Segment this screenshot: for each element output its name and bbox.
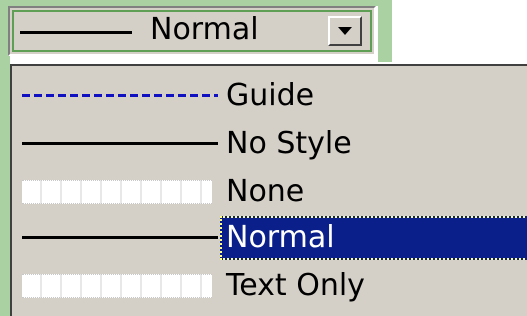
list-item-none[interactable]: None <box>12 170 527 214</box>
list-item-label: Guide <box>226 78 315 113</box>
dotted-grid-swatch <box>22 180 212 204</box>
window-edge-right <box>378 0 392 62</box>
style-combo-box[interactable]: Normal <box>8 6 376 56</box>
list-item-label: No Style <box>226 126 352 161</box>
list-item-label: Text Only <box>226 268 365 303</box>
combo-selected-value: Normal <box>150 12 259 47</box>
list-item-no-style[interactable]: No Style <box>12 122 527 166</box>
chevron-down-icon <box>338 27 352 35</box>
list-item-text-only[interactable]: Text Only <box>12 264 527 308</box>
dropdown-button[interactable] <box>328 16 362 46</box>
list-item-normal[interactable]: Normal <box>12 216 527 260</box>
solid-line-swatch <box>22 236 218 239</box>
list-item-label: Normal <box>226 220 335 255</box>
dashed-line-swatch <box>22 94 218 97</box>
list-item-guide[interactable]: Guide <box>12 74 527 118</box>
list-item-label: None <box>226 174 305 209</box>
line-style-swatch <box>20 31 132 34</box>
dotted-grid-swatch <box>22 274 212 298</box>
style-dropdown-list[interactable]: Guide No Style None Normal Text Only <box>10 64 527 316</box>
solid-line-swatch <box>22 142 218 145</box>
